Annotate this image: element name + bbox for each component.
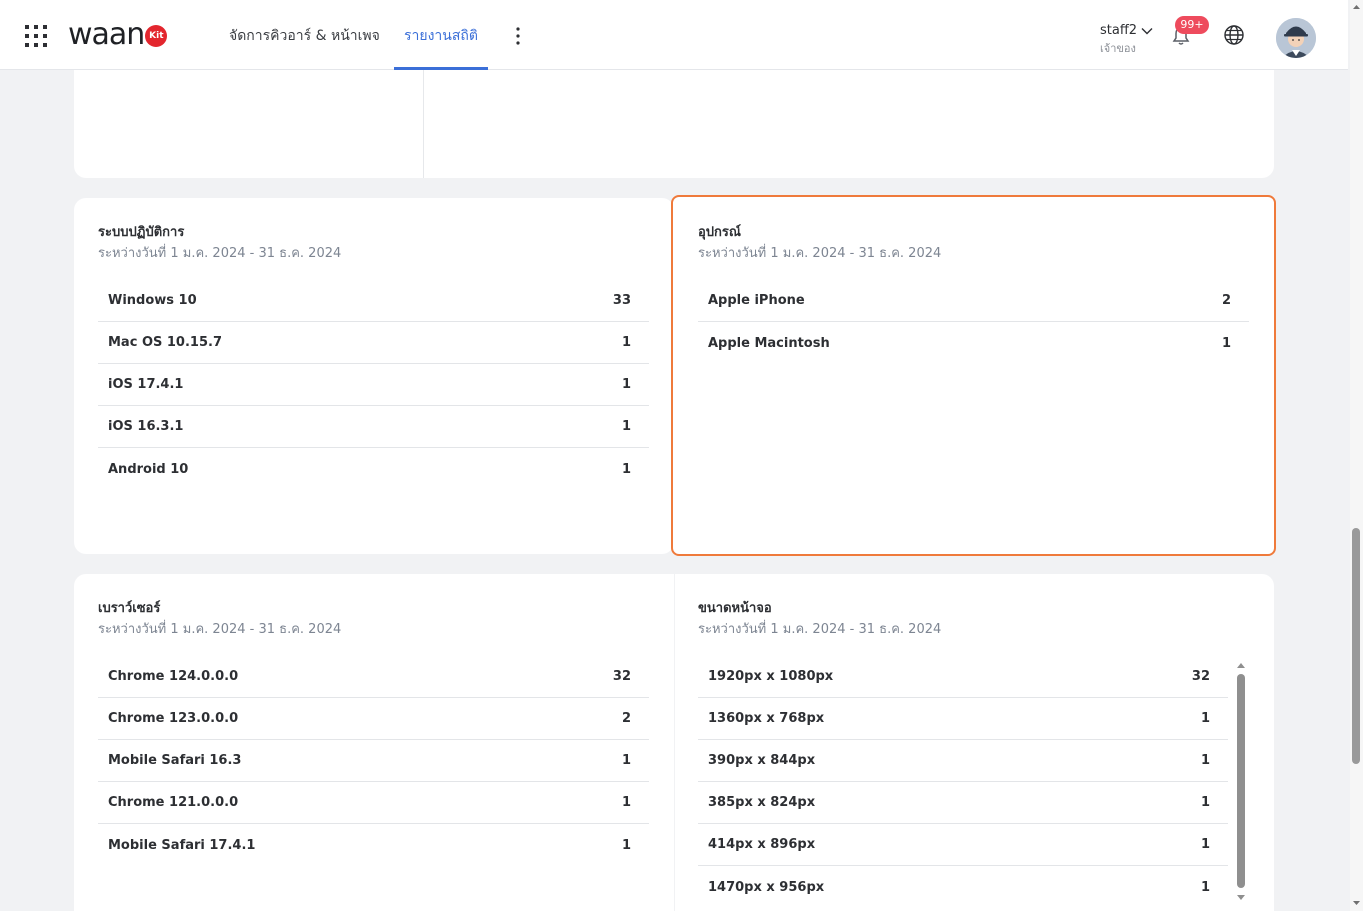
scrollbar-thumb[interactable] bbox=[1237, 674, 1245, 888]
logo-text: waan bbox=[68, 17, 145, 52]
table-row: Chrome 124.0.0.0 32 bbox=[98, 656, 649, 698]
table-row: Mac OS 10.15.7 1 bbox=[98, 322, 649, 364]
avatar-illustration bbox=[1276, 18, 1316, 58]
browser-list: Chrome 124.0.0.0 32 Chrome 123.0.0.0 2 Mob… bbox=[98, 656, 649, 866]
active-tab-indicator bbox=[394, 67, 488, 70]
table-row: 1360px x 768px 1 bbox=[698, 698, 1228, 740]
table-row: Android 10 1 bbox=[108, 461, 631, 477]
kebab-menu-icon[interactable] bbox=[512, 24, 524, 48]
chevron-down-icon bbox=[1141, 28, 1153, 35]
user-name: staff2 bbox=[1100, 23, 1138, 38]
nav-qr-pages[interactable]: จัดการคิวอาร์ & หน้าเพจ bbox=[229, 0, 380, 70]
browser-panel-title: เบราว์เซอร์ bbox=[98, 601, 161, 616]
table-row: iOS 16.3.1 1 bbox=[98, 406, 649, 448]
table-row: Windows 10 33 bbox=[98, 280, 649, 322]
logo-badge: Kit bbox=[145, 25, 168, 47]
device-panel-subtitle: ระหว่างวันที่ 1 ม.ค. 2024 - 31 ธ.ค. 2024 bbox=[698, 246, 942, 261]
screen-size-list[interactable]: 1920px x 1080px 32 1360px x 768px 1 390px … bbox=[698, 656, 1228, 908]
device-panel-header: อุปกรณ์ ระหว่างวันที่ 1 ม.ค. 2024 - 31 ธ… bbox=[698, 224, 941, 263]
os-panel-title: ระบบปฏิบัติการ bbox=[98, 225, 185, 240]
device-panel-title: อุปกรณ์ bbox=[698, 225, 741, 240]
screen-panel-title: ขนาดหน้าจอ bbox=[698, 601, 772, 616]
table-row: Chrome 121.0.0.0 1 bbox=[98, 782, 649, 824]
table-row: Mobile Safari 17.4.1 1 bbox=[108, 837, 631, 853]
avatar[interactable] bbox=[1276, 18, 1316, 58]
table-row: Apple Macintosh 1 bbox=[708, 335, 1231, 351]
table-row: iOS 17.4.1 1 bbox=[98, 364, 649, 406]
table-row: Mobile Safari 16.3 1 bbox=[98, 740, 649, 782]
table-row: 390px x 844px 1 bbox=[698, 740, 1228, 782]
user-role: เจ้าของ bbox=[1100, 42, 1136, 55]
page-scroll-down-icon[interactable] bbox=[1350, 898, 1363, 908]
table-row: 1470px x 956px 1 bbox=[708, 879, 1210, 895]
os-list: Windows 10 33 Mac OS 10.15.7 1 iOS 17.4.1 1… bbox=[98, 280, 649, 490]
user-menu[interactable]: staff2 เจ้าของ bbox=[1100, 22, 1153, 58]
os-panel-subtitle: ระหว่างวันที่ 1 ม.ค. 2024 - 31 ธ.ค. 2024 bbox=[98, 246, 342, 261]
table-row: 385px x 824px 1 bbox=[698, 782, 1228, 824]
scroll-up-arrow-icon[interactable] bbox=[1234, 660, 1248, 670]
browser-panel-subtitle: ระหว่างวันที่ 1 ม.ค. 2024 - 31 ธ.ค. 2024 bbox=[98, 622, 342, 637]
browser-panel-header: เบราว์เซอร์ ระหว่างวันที่ 1 ม.ค. 2024 - … bbox=[98, 600, 341, 639]
page-scroll-up-icon[interactable] bbox=[1350, 2, 1363, 12]
nav-statistics-report[interactable]: รายงานสถิติ bbox=[404, 0, 478, 70]
waan-kit-logo[interactable]: waan Kit bbox=[68, 17, 168, 52]
globe-icon[interactable] bbox=[1223, 24, 1245, 46]
screen-panel-subtitle: ระหว่างวันที่ 1 ม.ค. 2024 - 31 ธ.ค. 2024 bbox=[698, 622, 942, 637]
card-divider bbox=[423, 60, 424, 178]
device-list: Apple iPhone 2 Apple Macintosh 1 bbox=[698, 280, 1249, 364]
screen-list-scrollbar[interactable] bbox=[1234, 660, 1248, 904]
scroll-down-arrow-icon[interactable] bbox=[1234, 893, 1248, 903]
table-row: Apple iPhone 2 bbox=[698, 280, 1249, 322]
top-stats-card bbox=[74, 60, 1274, 178]
table-row: Chrome 123.0.0.0 2 bbox=[98, 698, 649, 740]
page-scrollbar[interactable] bbox=[1350, 0, 1363, 911]
table-row: 1920px x 1080px 32 bbox=[698, 656, 1228, 698]
os-panel-header: ระบบปฏิบัติการ ระหว่างวันที่ 1 ม.ค. 2024… bbox=[98, 224, 341, 263]
apps-grid-icon[interactable] bbox=[25, 25, 47, 47]
notification-badge[interactable]: 99+ bbox=[1175, 16, 1209, 34]
page-scrollbar-thumb[interactable] bbox=[1352, 528, 1360, 764]
screen-panel-header: ขนาดหน้าจอ ระหว่างวันที่ 1 ม.ค. 2024 - 3… bbox=[698, 600, 941, 639]
table-row: 414px x 896px 1 bbox=[698, 824, 1228, 866]
top-header: waan Kit จัดการคิวอาร์ & หน้าเพจ รายงานส… bbox=[0, 0, 1348, 70]
